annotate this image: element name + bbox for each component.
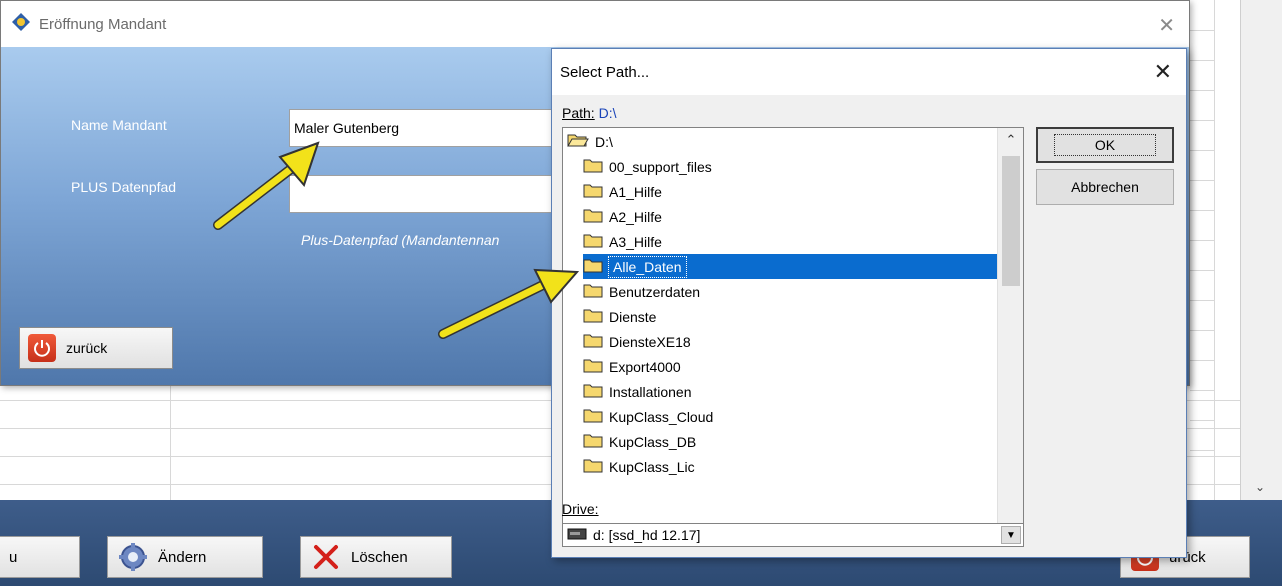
list-item-label: Installationen <box>609 383 692 400</box>
cancel-button[interactable]: Abbrechen <box>1036 169 1174 205</box>
path-label: Path: D:\ <box>562 105 616 121</box>
datapath-field[interactable] <box>289 175 589 213</box>
list-item[interactable]: A1_Hilfe <box>583 179 1015 204</box>
drive-icon <box>567 527 587 543</box>
close-icon[interactable]: ✕ <box>1158 13 1175 38</box>
list-item[interactable]: Alle_Daten <box>583 254 1015 279</box>
folder-icon <box>583 233 603 251</box>
drive-value: d: [ssd_hd 12.17] <box>593 527 701 543</box>
name-field[interactable]: Maler Gutenberg <box>289 109 589 147</box>
path-value: D:\ <box>598 105 617 121</box>
folder-icon <box>583 258 603 276</box>
list-item[interactable]: Export4000 <box>583 354 1015 379</box>
select-path-titlebar[interactable]: Select Path... <box>552 49 1186 95</box>
folder-icon <box>583 458 603 476</box>
cancel-button-label: Abbrechen <box>1071 179 1139 195</box>
delete-button[interactable]: Löschen <box>300 536 452 578</box>
scroll-thumb[interactable] <box>1002 156 1020 286</box>
list-item-label: A2_Hilfe <box>609 208 662 225</box>
drive-select[interactable]: d: [ssd_hd 12.17] ▼ <box>562 523 1024 547</box>
folder-icon <box>583 383 603 401</box>
list-item-label: DiensteXE18 <box>609 333 691 350</box>
folder-icon <box>583 283 603 301</box>
list-item[interactable]: Installationen <box>583 379 1015 404</box>
list-item-label: Export4000 <box>609 358 681 375</box>
list-item[interactable]: KupClass_Lic <box>583 454 1015 479</box>
drive-label: Drive: <box>562 501 599 517</box>
datapath-label: PLUS Datenpfad <box>71 179 177 195</box>
background-scrollbar[interactable] <box>1240 0 1282 500</box>
open-folder-icon <box>567 132 589 151</box>
select-path-title: Select Path... <box>560 63 650 81</box>
power-icon <box>28 334 56 362</box>
folder-icon <box>583 408 603 426</box>
list-item-label: Alle_Daten <box>608 255 687 278</box>
list-item-label: 00_support_files <box>609 158 712 175</box>
list-scrollbar[interactable]: ⌃ ⌄ <box>997 128 1023 538</box>
name-label: Name Mandant <box>71 117 167 133</box>
list-item-label: Dienste <box>609 308 657 325</box>
list-item[interactable]: 00_support_files <box>583 154 1015 179</box>
folder-icon <box>583 358 603 376</box>
folder-icon <box>583 333 603 351</box>
ok-button-label: OK <box>1053 134 1157 156</box>
scroll-up-icon[interactable]: ⌃ <box>998 132 1023 148</box>
list-item[interactable]: Benutzerdaten <box>583 279 1015 304</box>
ok-button[interactable]: OK <box>1036 127 1174 163</box>
folder-icon <box>583 308 603 326</box>
mandant-titlebar[interactable]: Eröffnung Mandant ✕ <box>1 1 1189 47</box>
chevron-down-icon[interactable]: ▼ <box>1001 526 1021 544</box>
back-button[interactable]: zurück <box>19 327 173 369</box>
list-item-label: A1_Hilfe <box>609 183 662 200</box>
mandant-title: Eröffnung Mandant <box>39 15 167 33</box>
delete-button-label: Löschen <box>351 548 408 566</box>
list-item-root[interactable]: D:\ <box>567 129 999 154</box>
annotation-arrow-name <box>213 141 320 230</box>
folder-list[interactable]: D:\ 00_support_files A1_Hilfe A2_Hilfe A3_H… <box>562 127 1024 539</box>
path-label-text: Path: <box>562 105 595 121</box>
scroll-down-icon[interactable]: ⌄ <box>1255 480 1265 494</box>
list-item-label: KupClass_Lic <box>609 458 695 475</box>
datapath-hint: Plus-Datenpfad (Mandantennan <box>301 232 500 248</box>
list-item-label: KupClass_Cloud <box>609 408 714 425</box>
list-item-label: KupClass_DB <box>609 433 697 450</box>
list-item[interactable]: KupClass_Cloud <box>583 404 1015 429</box>
edit-button[interactable]: Ändern <box>107 536 263 578</box>
list-item-label: A3_Hilfe <box>609 233 662 250</box>
folder-icon <box>583 208 603 226</box>
list-item-label: D:\ <box>595 133 613 150</box>
list-item-label: Benutzerdaten <box>609 283 701 300</box>
folder-icon <box>583 158 603 176</box>
folder-icon <box>583 433 603 451</box>
select-path-dialog: Select Path... ✕ Path: D:\ D:\ 00_suppor… <box>551 48 1187 558</box>
gear-icon <box>118 542 148 572</box>
folder-icon <box>583 183 603 201</box>
list-item[interactable]: A2_Hilfe <box>583 204 1015 229</box>
close-icon[interactable]: ✕ <box>1154 59 1172 85</box>
list-item[interactable]: A3_Hilfe <box>583 229 1015 254</box>
edit-button-label: Ändern <box>158 548 207 566</box>
list-item[interactable]: Dienste <box>583 304 1015 329</box>
list-item[interactable]: DiensteXE18 <box>583 329 1015 354</box>
app-icon <box>11 12 31 36</box>
x-mark-icon <box>311 542 341 572</box>
new-button-label: u <box>9 548 18 566</box>
new-button[interactable]: u <box>0 536 80 578</box>
list-item[interactable]: KupClass_DB <box>583 429 1015 454</box>
annotation-arrow-folder <box>438 268 580 339</box>
back-button-label: zurück <box>66 340 108 356</box>
